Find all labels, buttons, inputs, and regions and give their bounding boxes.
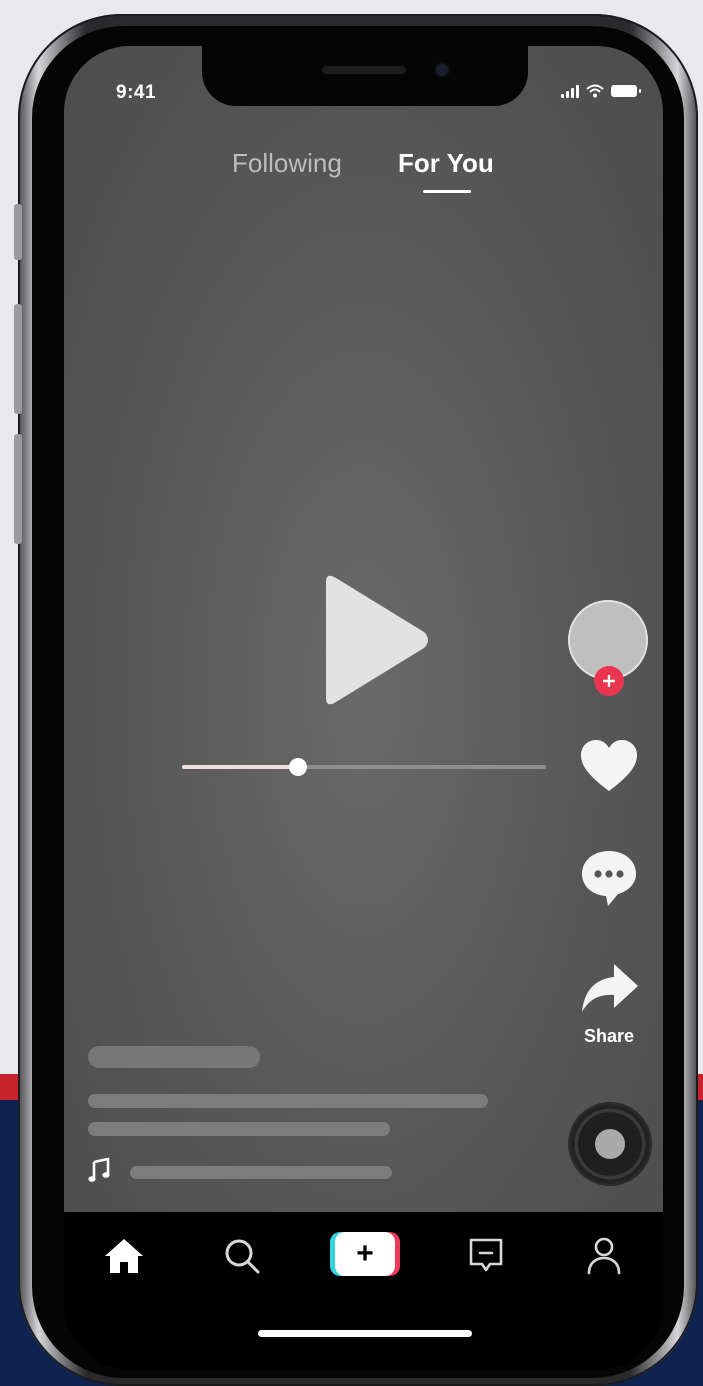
share-label: Share (583, 1026, 635, 1046)
follow-button[interactable] (594, 666, 624, 696)
video-progress-bar[interactable] (182, 758, 546, 776)
username-placeholder (88, 1046, 260, 1068)
nav-search[interactable] (218, 1232, 266, 1280)
status-icons (561, 84, 641, 98)
silent-switch (14, 204, 22, 260)
bottom-nav: + (64, 1212, 663, 1370)
sound-placeholder (130, 1166, 392, 1179)
create-button[interactable]: + (330, 1232, 400, 1276)
nav-inbox[interactable] (462, 1232, 510, 1280)
inbox-icon (469, 1238, 503, 1272)
share-icon[interactable] (578, 958, 640, 1020)
profile-icon (587, 1237, 621, 1275)
music-disc[interactable] (570, 1104, 650, 1184)
tab-for-you[interactable]: For You (398, 148, 494, 179)
caption-placeholder-line (88, 1122, 390, 1136)
feed-tabs: Following For You (64, 148, 663, 198)
front-camera (436, 64, 448, 76)
progress-thumb[interactable] (289, 758, 308, 776)
home-icon (105, 1239, 143, 1273)
notch (202, 46, 528, 106)
comment-icon[interactable] (578, 846, 640, 908)
music-note-icon (88, 1157, 110, 1182)
active-tab-indicator (423, 190, 471, 193)
tab-following[interactable]: Following (232, 148, 342, 179)
battery-icon (611, 85, 641, 97)
heart-icon[interactable] (578, 736, 640, 798)
search-icon (225, 1239, 260, 1274)
plus-icon: + (335, 1232, 395, 1276)
signal-icon (561, 84, 579, 98)
nav-home[interactable] (100, 1232, 148, 1280)
volume-down-button (14, 434, 22, 544)
progress-fill (182, 765, 299, 769)
volume-up-button (14, 304, 22, 414)
phone-screen: 9:41 Following For You Share + (64, 46, 663, 1370)
caption-placeholder-line (88, 1094, 488, 1108)
status-time: 9:41 (116, 82, 157, 103)
nav-profile[interactable] (580, 1232, 628, 1280)
plus-icon (603, 675, 615, 687)
nav-create[interactable]: + (330, 1232, 400, 1276)
wifi-icon (586, 84, 604, 98)
play-icon[interactable] (314, 570, 434, 710)
earpiece-speaker (322, 66, 406, 74)
home-indicator[interactable] (258, 1330, 472, 1337)
